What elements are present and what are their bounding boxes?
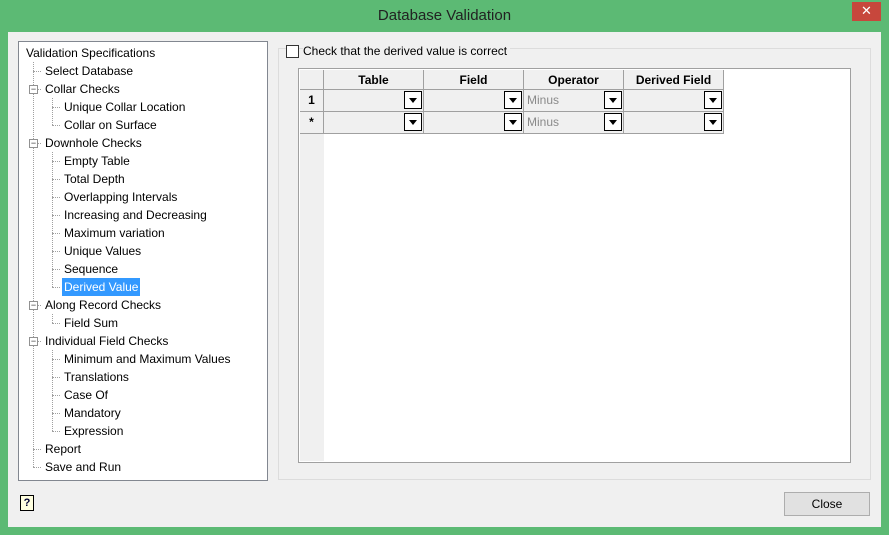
tree-item[interactable]: Save and Run [43, 458, 123, 476]
tree-item[interactable]: Select Database [43, 62, 135, 80]
tree-item[interactable]: Total Depth [62, 170, 127, 188]
window-title: Database Validation [377, 7, 512, 24]
tree-connector [52, 161, 60, 162]
tree-connector [52, 215, 60, 216]
help-icon[interactable]: ? [20, 495, 34, 511]
tree-item[interactable]: Validation Specifications [24, 44, 157, 62]
tree-connector [52, 107, 60, 108]
tree-item[interactable]: Collar Checks [43, 80, 122, 98]
column-header[interactable]: Derived Field [624, 70, 724, 90]
grid-cell-dropdown[interactable]: Minus [524, 112, 624, 134]
collapse-icon[interactable]: − [29, 85, 38, 94]
tree-connector [33, 449, 41, 450]
tree-item[interactable]: Along Record Checks [43, 296, 163, 314]
tree-connector [52, 431, 60, 432]
tree-connector [52, 251, 60, 252]
tree-connector [52, 350, 53, 431]
column-header[interactable]: Field [424, 70, 524, 90]
grid-cell-dropdown[interactable] [424, 90, 524, 112]
derived-value-checkbox[interactable] [286, 45, 299, 58]
tree-connector [52, 152, 53, 287]
tree-item[interactable]: Expression [62, 422, 125, 440]
dropdown-arrow-icon[interactable] [404, 113, 422, 131]
tree-connector [33, 467, 41, 468]
collapse-icon[interactable]: − [29, 139, 38, 148]
tree-connector [33, 71, 41, 72]
tree-connector [52, 413, 60, 414]
tree-item[interactable]: Unique Values [62, 242, 143, 260]
tree-connector [52, 287, 60, 288]
tree-item[interactable]: Empty Table [62, 152, 132, 170]
dropdown-arrow-icon[interactable] [704, 113, 722, 131]
row-header[interactable]: * [300, 112, 324, 134]
dropdown-arrow-icon[interactable] [504, 113, 522, 131]
column-header[interactable]: Operator [524, 70, 624, 90]
tree-item[interactable]: Report [43, 440, 83, 458]
cell-value: Minus [527, 93, 560, 107]
tree-connector [52, 179, 60, 180]
cell-value: Minus [527, 115, 560, 129]
derived-value-checkbox-label[interactable]: Check that the derived value is correct [303, 44, 511, 58]
grid-cell-dropdown[interactable] [424, 112, 524, 134]
tree-item[interactable]: Minimum and Maximum Values [62, 350, 233, 368]
tree-item[interactable]: Individual Field Checks [43, 332, 170, 350]
derived-value-grid[interactable]: Table Field Operator Derived Field 1 Minus * Mi… [298, 68, 851, 463]
tree-connector [52, 125, 60, 126]
tree-item[interactable]: Increasing and Decreasing [62, 206, 209, 224]
row-header-column [300, 90, 324, 461]
tree-connector [52, 269, 60, 270]
grid-cell-dropdown[interactable]: Minus [524, 90, 624, 112]
tree-connector [52, 197, 60, 198]
tree-connector [52, 359, 60, 360]
grid-cell-dropdown[interactable] [324, 90, 424, 112]
row-header[interactable]: 1 [300, 90, 324, 112]
collapse-icon[interactable]: − [29, 301, 38, 310]
tree-item[interactable]: Overlapping Intervals [62, 188, 179, 206]
tree-item[interactable]: Sequence [62, 260, 120, 278]
tree-item[interactable]: Mandatory [62, 404, 123, 422]
tree-item[interactable]: Derived Value [62, 278, 141, 296]
tree-connector [52, 323, 60, 324]
grid-cell-dropdown[interactable] [324, 112, 424, 134]
tree-item[interactable]: Unique Collar Location [62, 98, 187, 116]
close-button[interactable]: Close [784, 492, 870, 516]
grid-cell-dropdown[interactable] [624, 90, 724, 112]
grid-corner [300, 70, 324, 90]
tree-connector [52, 395, 60, 396]
dropdown-arrow-icon[interactable] [704, 91, 722, 109]
tree-connector [52, 314, 53, 323]
tree-item[interactable]: Collar on Surface [62, 116, 159, 134]
dropdown-arrow-icon[interactable] [604, 113, 622, 131]
tree-connector [33, 62, 34, 467]
collapse-icon[interactable]: − [29, 337, 38, 346]
grid-cell-dropdown[interactable] [624, 112, 724, 134]
dropdown-arrow-icon[interactable] [404, 91, 422, 109]
tree-connector [52, 233, 60, 234]
tree-item[interactable]: Maximum variation [62, 224, 167, 242]
tree-item[interactable]: Field Sum [62, 314, 120, 332]
tree-item[interactable]: Translations [62, 368, 131, 386]
tree-connector [52, 377, 60, 378]
tree-item[interactable]: Case Of [62, 386, 110, 404]
column-header[interactable]: Table [324, 70, 424, 90]
navigation-tree[interactable]: Validation Specifications Select Database… [18, 41, 268, 481]
tree-connector [52, 98, 53, 125]
dropdown-arrow-icon[interactable] [504, 91, 522, 109]
window-close-button[interactable]: ✕ [852, 2, 881, 21]
dropdown-arrow-icon[interactable] [604, 91, 622, 109]
tree-item[interactable]: Downhole Checks [43, 134, 144, 152]
